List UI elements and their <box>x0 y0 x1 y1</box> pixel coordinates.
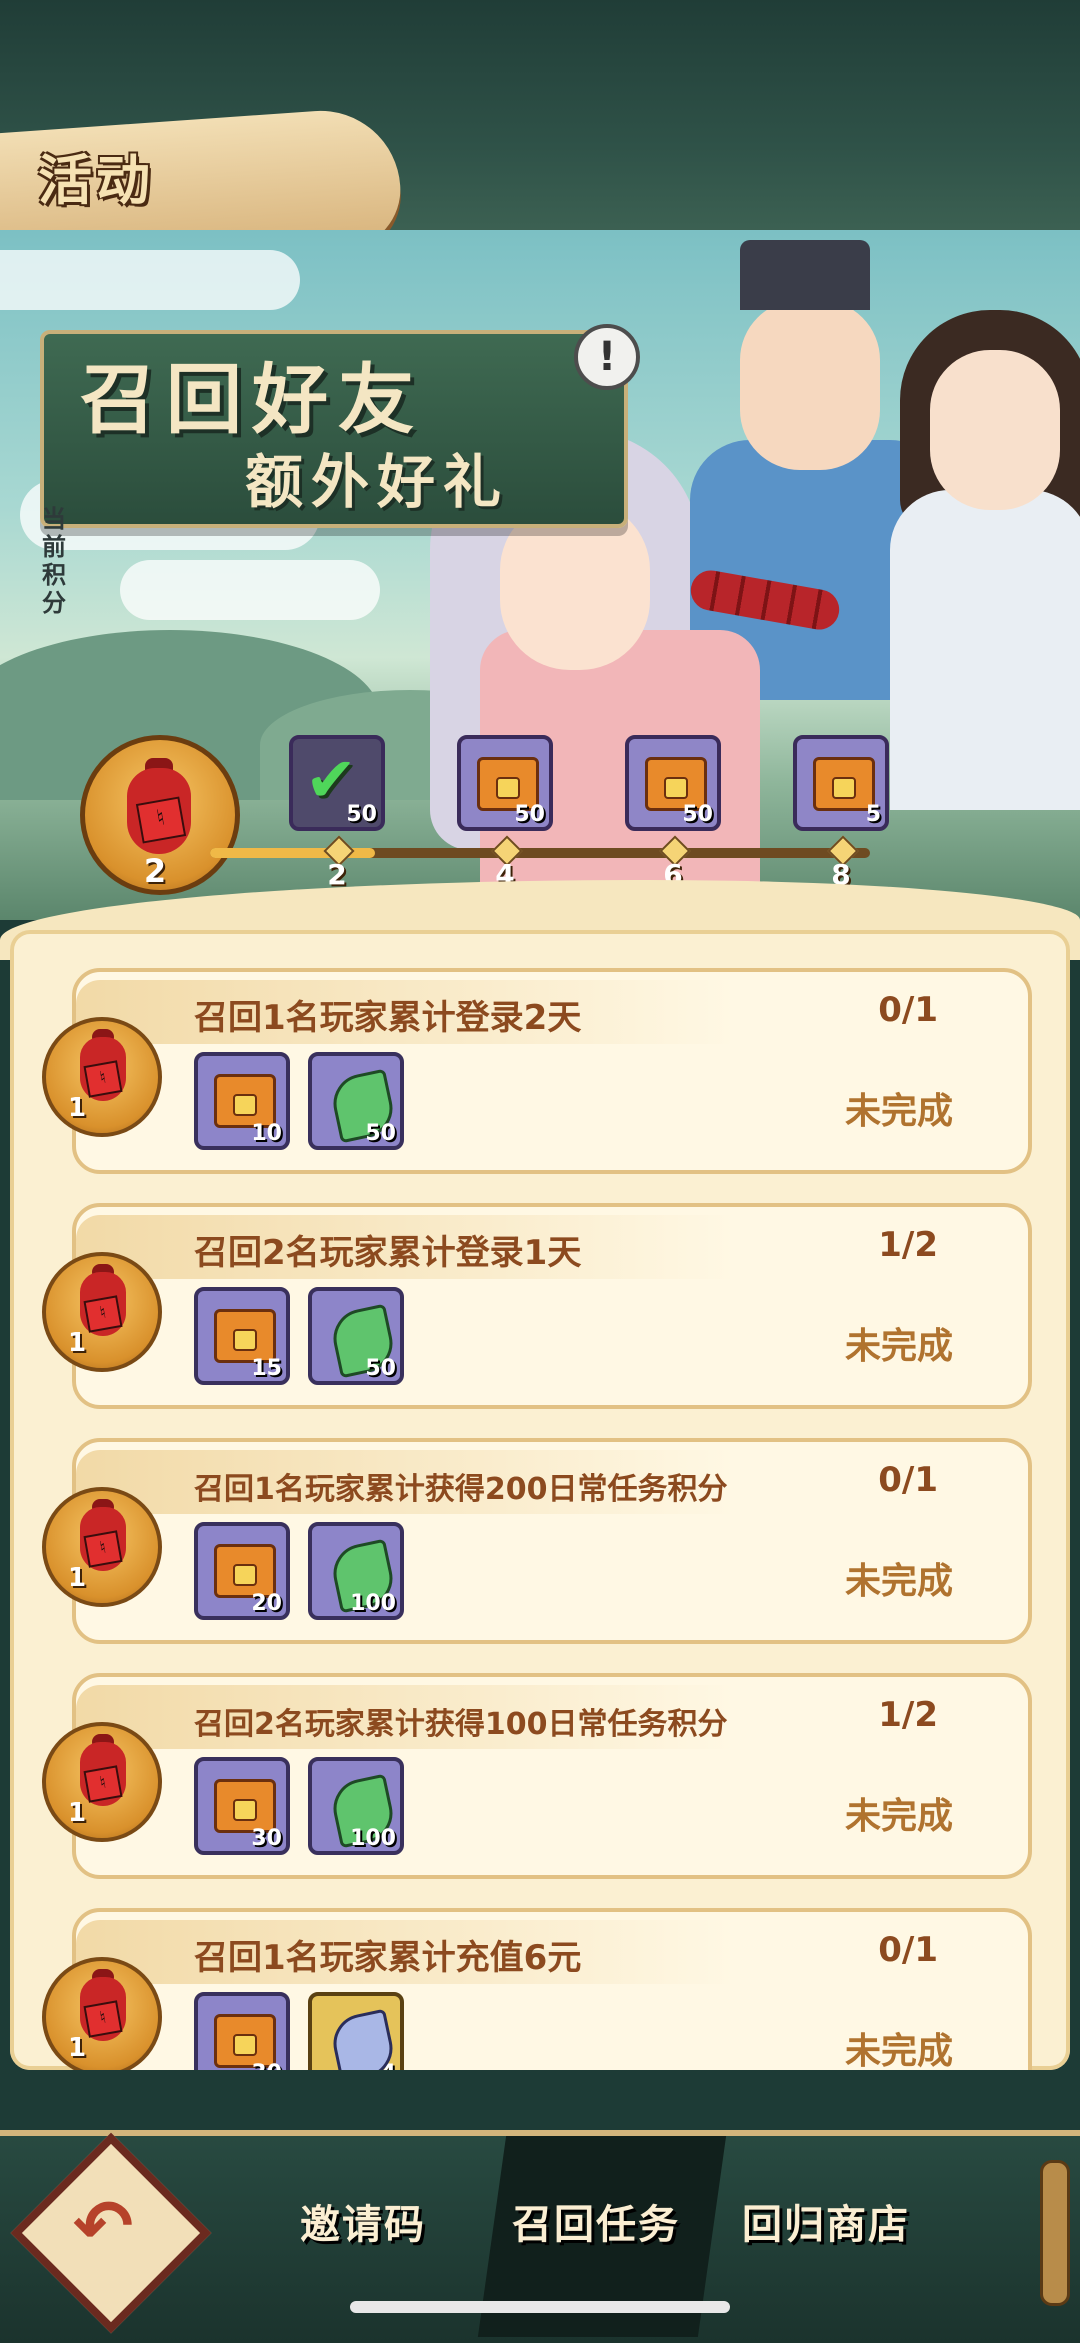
reward-item[interactable]: 20 <box>194 1522 290 1620</box>
chest-lock-icon <box>233 1094 257 1116</box>
reward-item[interactable]: 30 <box>194 1992 290 2070</box>
milestone-reward-count: 50 <box>682 802 713 827</box>
character-man-face <box>740 300 880 470</box>
cloud-decoration <box>0 250 300 310</box>
reward-item-count: 15 <box>251 1356 282 1381</box>
tab-recall-tasks[interactable]: 召回任务 <box>512 2192 680 2250</box>
task-card[interactable]: 召回2名玩家累计获得100日常任务积分 1/2 未完成 ♮ 1 30 100 <box>42 1673 1032 1879</box>
banner-subtitle: 额外好礼 <box>245 448 510 516</box>
chest-lock-icon <box>832 777 856 799</box>
task-status: 未完成 <box>844 1091 953 1132</box>
back-arrow-icon: ↶ <box>72 2184 134 2268</box>
banner-title: 召回好友 <box>80 355 424 444</box>
cloud-decoration <box>120 560 380 620</box>
reward-item-count: 50 <box>365 1356 396 1381</box>
gourd-tag-icon: ♮ <box>83 1295 123 1333</box>
reward-item[interactable]: 4 <box>308 1992 404 2070</box>
scroll-handle[interactable] <box>1040 2160 1070 2306</box>
tab-invite-code[interactable]: 邀请码 <box>300 2192 426 2250</box>
task-status: 未完成 <box>844 1561 953 1602</box>
task-points-count: 1 <box>68 1798 87 1828</box>
character-boy-body <box>890 490 1080 810</box>
task-points-count: 1 <box>68 2033 87 2063</box>
character-boy-face <box>930 350 1060 510</box>
task-card[interactable]: 召回1名玩家累计充值6元 0/1 未完成 ♮1 30 4 <box>42 1908 1032 2070</box>
milestone-reward-chest[interactable]: 50 <box>625 735 721 831</box>
chest-lock-icon <box>496 777 520 799</box>
page-title: 活动 <box>38 148 154 212</box>
task-points-count: 1 <box>68 1093 87 1123</box>
milestone-reward-count: 50 <box>514 802 545 827</box>
task-title: 召回2名玩家累计登录1天 <box>194 1233 582 1273</box>
task-points-medal: ♮ 1 <box>42 1957 162 2070</box>
reward-item-count: 50 <box>365 1121 396 1146</box>
task-points-medal: ♮ 1 <box>42 1487 162 1607</box>
reward-item-count: 10 <box>251 1121 282 1146</box>
current-points-label: 当前积分 <box>42 505 66 617</box>
reward-item[interactable]: 10 <box>194 1052 290 1150</box>
task-progress: 0/1 <box>878 1460 938 1500</box>
milestone-reward-chest[interactable]: 50 <box>457 735 553 831</box>
reward-item[interactable]: 30 <box>194 1757 290 1855</box>
reward-item-count: 30 <box>251 2061 282 2070</box>
task-progress: 0/1 <box>878 990 938 1030</box>
milestone-reward-claimed[interactable]: ✔ 50 <box>289 735 385 831</box>
task-progress: 0/1 <box>878 1930 938 1970</box>
milestone-reward-chest[interactable]: 5 <box>793 735 889 831</box>
task-progress: 1/2 <box>878 1695 938 1735</box>
reward-item[interactable]: 50 <box>308 1287 404 1385</box>
task-points-medal: ♮ 1 <box>42 1722 162 1842</box>
character-man-hat <box>740 240 870 310</box>
milestone-reward-count: 5 <box>865 802 881 827</box>
gourd-tag-icon: ♮ <box>83 1060 123 1098</box>
reward-item-count: 4 <box>381 2061 396 2070</box>
task-title: 召回1名玩家累计获得200日常任务积分 <box>194 1472 728 1507</box>
chest-lock-icon <box>233 1329 257 1351</box>
task-status: 未完成 <box>844 1326 953 1367</box>
task-status: 未完成 <box>844 1796 953 1837</box>
tab-return-shop[interactable]: 回归商店 <box>742 2192 910 2250</box>
task-points-medal: ♮ 1 <box>42 1017 162 1137</box>
reward-item[interactable]: 100 <box>308 1522 404 1620</box>
chest-lock-icon <box>233 2034 257 2056</box>
info-icon[interactable]: ! <box>574 324 640 390</box>
task-card[interactable]: 召回1名玩家累计获得200日常任务积分 0/1 未完成 ♮ 1 20 100 <box>42 1438 1032 1644</box>
gourd-tag-icon: ♮ <box>83 2000 123 2038</box>
progress-track <box>210 848 870 858</box>
task-title: 召回2名玩家累计获得100日常任务积分 <box>194 1707 728 1742</box>
reward-item-count: 30 <box>251 1826 282 1851</box>
task-points-count: 1 <box>68 1328 87 1358</box>
reward-item[interactable]: 100 <box>308 1757 404 1855</box>
task-card[interactable]: 召回2名玩家累计登录1天 1/2 未完成 ♮ 1 15 50 <box>42 1203 1032 1409</box>
chest-lock-icon <box>233 1799 257 1821</box>
task-title: 召回1名玩家累计充值6元 <box>194 1938 582 1978</box>
home-indicator <box>350 2301 730 2313</box>
reward-item-count: 100 <box>350 1826 396 1851</box>
task-card[interactable]: 召回1名玩家累计登录2天 0/1 未完成 ♮ 1 10 50 <box>42 968 1032 1174</box>
task-points-medal: ♮ 1 <box>42 1252 162 1372</box>
task-list[interactable]: 召回1名玩家累计登录2天 0/1 未完成 ♮ 1 10 50 召回2名玩家累计登录1天 1/2 未… <box>10 930 1070 2070</box>
chest-lock-icon <box>233 1564 257 1586</box>
chest-lock-icon <box>664 777 688 799</box>
task-title: 召回1名玩家累计登录2天 <box>194 998 582 1038</box>
task-status: 未完成 <box>844 2031 953 2070</box>
gourd-tag-icon: ♮ <box>83 1765 123 1803</box>
gourd-tag-icon: ♮ <box>83 1530 123 1568</box>
task-progress: 1/2 <box>878 1225 938 1265</box>
reward-item-count: 20 <box>251 1591 282 1616</box>
task-points-count: 1 <box>68 1563 87 1593</box>
current-points-value: 2 <box>143 852 167 890</box>
gourd-tag-icon: ♮ <box>135 796 187 844</box>
reward-item-count: 100 <box>350 1591 396 1616</box>
reward-item[interactable]: 15 <box>194 1287 290 1385</box>
milestone-reward-count: 50 <box>346 802 377 827</box>
reward-item[interactable]: 50 <box>308 1052 404 1150</box>
